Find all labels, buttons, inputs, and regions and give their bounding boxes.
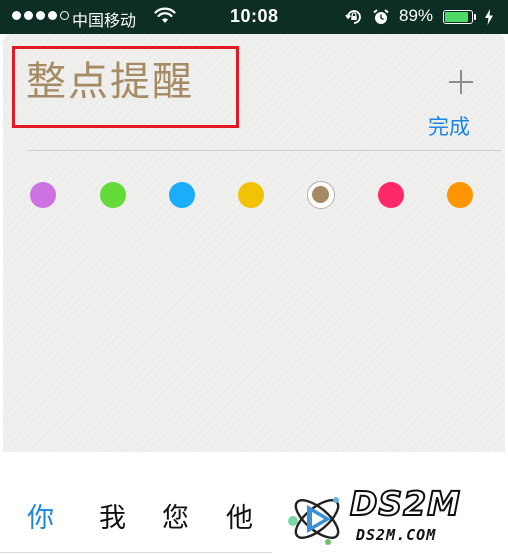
color-swatch-orange[interactable] <box>447 182 473 208</box>
battery-icon <box>443 10 473 24</box>
status-bar: 中国移动 10:08 89% <box>0 0 508 34</box>
color-swatch-yellow[interactable] <box>238 182 264 208</box>
color-swatch-green[interactable] <box>100 182 126 208</box>
carrier-name: 中国移动 <box>72 13 137 30</box>
candidate-word[interactable]: 我 <box>99 496 126 535</box>
signal-dot <box>36 11 45 20</box>
battery-fill <box>445 12 468 22</box>
color-swatch-blue[interactable] <box>169 182 195 208</box>
ds2m-watermark: DS2M DS2M.COM <box>284 483 504 552</box>
candidate-divider <box>0 552 272 553</box>
color-swatch-purple[interactable] <box>30 182 56 208</box>
clock-time: 10:08 <box>230 6 279 26</box>
signal-strength <box>12 11 69 20</box>
battery-percent: 89% <box>399 6 434 25</box>
candidate-word[interactable]: 你 <box>27 496 54 535</box>
add-reminder-plus-icon[interactable] <box>443 64 479 100</box>
watermark-url: DS2M.COM <box>356 526 437 544</box>
ds2m-logo-icon <box>288 497 340 545</box>
signal-dot <box>48 11 57 20</box>
alarm-icon <box>373 9 389 24</box>
signal-dot <box>24 11 33 20</box>
list-title[interactable]: 整点提醒 <box>26 54 194 110</box>
battery-cap <box>474 14 476 20</box>
signal-dot <box>12 11 21 20</box>
color-swatch-brown[interactable] <box>307 181 335 209</box>
watermark-title: DS2M <box>349 483 461 524</box>
candidate-word[interactable]: 他 <box>226 496 253 535</box>
wifi-icon <box>154 7 176 23</box>
candidate-word[interactable]: 您 <box>162 496 189 535</box>
charging-bolt-icon <box>485 9 493 25</box>
signal-dot <box>60 11 69 20</box>
color-swatch-red[interactable] <box>378 182 404 208</box>
rotation-lock-icon <box>345 10 361 24</box>
done-button[interactable]: 完成 <box>428 111 470 141</box>
keyboard-candidate-bar: 你 我 您 他 <box>0 484 275 554</box>
divider <box>28 150 501 151</box>
